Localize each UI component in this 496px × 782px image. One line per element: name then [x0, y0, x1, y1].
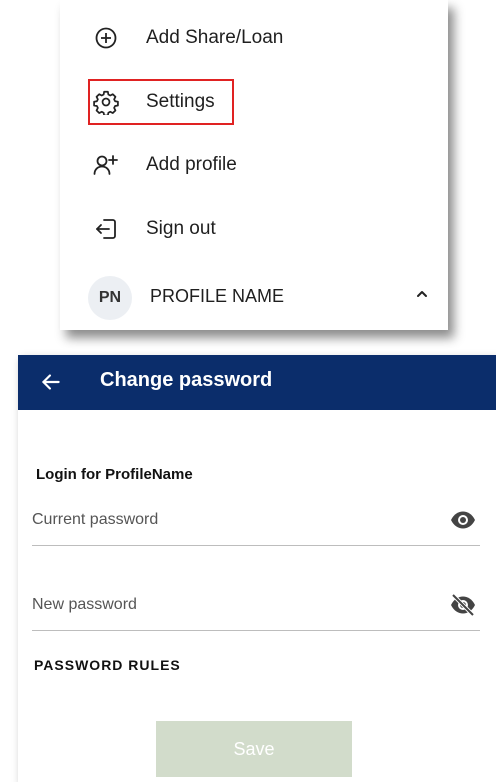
add-user-icon	[92, 151, 120, 179]
page-title: Change password	[100, 369, 273, 391]
current-password-field[interactable]: Current password	[32, 505, 480, 546]
save-button[interactable]: Save	[156, 721, 352, 777]
menu-item-sign-out[interactable]: Sign out	[60, 203, 448, 255]
app-bar: Change password	[18, 355, 496, 410]
current-password-placeholder: Current password	[32, 511, 159, 528]
new-password-placeholder: New password	[32, 596, 137, 613]
menu-item-add-profile[interactable]: Add profile	[60, 139, 448, 191]
profile-name[interactable]: PROFILE NAME	[150, 286, 284, 307]
menu-item-label: Add Share/Loan	[146, 27, 284, 48]
login-for-label: Login for ProfileName	[36, 466, 193, 483]
account-menu: Add Share/Loan Settings Add profile Sign…	[60, 0, 448, 330]
password-rules-heading: PASSWORD RULES	[34, 657, 181, 673]
chevron-up-icon[interactable]	[410, 282, 434, 306]
menu-item-label: Sign out	[146, 218, 216, 239]
menu-item-add-share-loan[interactable]: Add Share/Loan	[60, 12, 448, 64]
sign-out-icon	[92, 215, 120, 243]
plus-circle-icon	[92, 24, 120, 52]
eye-icon[interactable]	[450, 509, 476, 531]
arrow-left-icon[interactable]	[38, 369, 64, 395]
avatar[interactable]: PN	[88, 276, 132, 320]
change-password-screen: Change password Login for ProfileName Cu…	[18, 355, 496, 782]
menu-item-label: Add profile	[146, 154, 237, 175]
settings-highlight-box	[88, 79, 234, 125]
new-password-field[interactable]: New password	[32, 590, 480, 631]
eye-off-icon[interactable]	[450, 593, 476, 617]
